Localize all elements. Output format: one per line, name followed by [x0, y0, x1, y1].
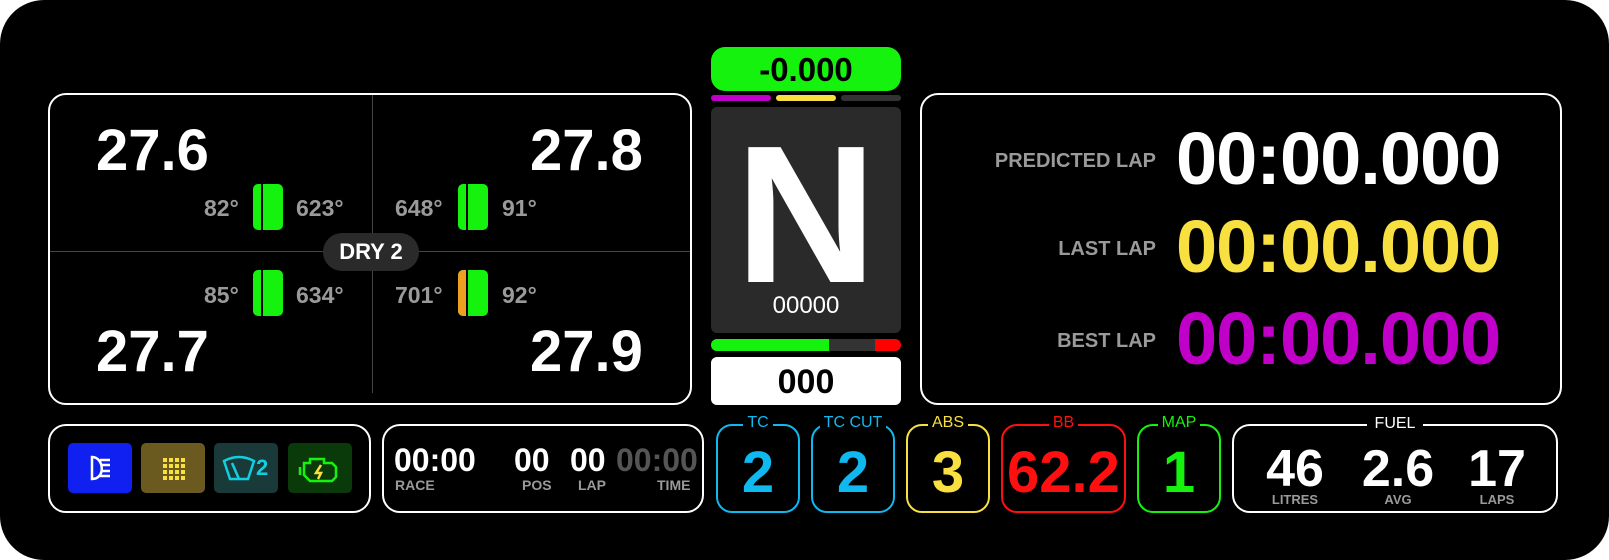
fuel-avg-value: 2.6 [1361, 440, 1435, 498]
tyre-compound-label: DRY 2 [339, 239, 403, 264]
predicted-lap-label: PREDICTED LAP [994, 150, 1156, 172]
rpm-bar [711, 339, 901, 351]
session-time: 00:00 [616, 442, 698, 478]
last-lap-label: LAST LAP [1058, 238, 1156, 260]
rear-right-inner-temp: 92° [502, 282, 537, 308]
session-time-label: TIME [657, 477, 691, 493]
rear-left-inner-temp: 85° [204, 282, 239, 308]
tc-label: TC [743, 414, 773, 431]
speed-value: 000 [777, 363, 835, 401]
race-time: 00:00 [394, 442, 476, 478]
front-left-inner-temp: 82° [204, 195, 239, 221]
rpm-bar-redline [875, 339, 901, 351]
tc-cut-label: TC CUT [819, 414, 887, 431]
position-label: POS [522, 477, 552, 493]
predicted-lap-time: 00:00.000 [1176, 117, 1501, 200]
tc-value: 2 [741, 440, 775, 505]
lap-label: LAP [578, 477, 606, 493]
tyre-compound-badge: DRY 2 [323, 233, 419, 271]
race-label: RACE [395, 477, 435, 493]
map-label: MAP [1157, 414, 1201, 431]
map-setting[interactable]: MAP 1 [1137, 414, 1221, 513]
fuel-laps-value: 17 [1468, 440, 1526, 498]
sector-bar-2 [776, 95, 836, 101]
fuel-laps-label: LAPS [1479, 492, 1515, 507]
sector-bar-3 [841, 95, 901, 101]
brake-bias-label: BB [1048, 414, 1079, 431]
engine-indicator[interactable] [288, 443, 352, 493]
front-right-pressure: 27.8 [530, 118, 643, 183]
tc-cut-setting[interactable]: TC CUT 2 [811, 414, 895, 513]
rain-light-indicator[interactable] [141, 443, 205, 493]
delta-display: -0.000 [711, 47, 901, 91]
front-right-tyre-icon [458, 184, 488, 230]
best-lap-time: 00:00.000 [1176, 297, 1501, 380]
front-left-tyre-icon [253, 184, 283, 230]
abs-label: ABS [927, 414, 968, 431]
last-lap-time: 00:00.000 [1176, 205, 1501, 288]
rear-right-brake-temp: 701° [395, 282, 443, 308]
rpm-bar-fill [711, 339, 829, 351]
gear-indicator: N [735, 105, 877, 324]
front-left-brake-temp: 623° [296, 195, 344, 221]
map-value: 1 [1162, 440, 1196, 505]
wiper-icon [222, 455, 256, 481]
fuel-litres-label: LITRES [1271, 492, 1319, 507]
lap-value: 00 [570, 442, 606, 478]
rear-right-brake-indicator [458, 270, 466, 316]
best-lap-label: BEST LAP [1057, 330, 1156, 352]
delta-value: -0.000 [759, 51, 853, 88]
headlight-indicator[interactable] [68, 443, 132, 493]
fuel-avg-label: AVG [1384, 492, 1412, 507]
fuel-litres-value: 46 [1266, 440, 1324, 498]
position-value: 00 [514, 442, 550, 478]
rear-right-pressure: 27.9 [530, 319, 643, 384]
rain-light-icon [163, 458, 185, 480]
rear-left-pressure: 27.7 [96, 319, 209, 384]
abs-setting[interactable]: ABS 3 [906, 414, 990, 513]
sector-bar-1 [711, 95, 771, 101]
rear-left-brake-temp: 634° [296, 282, 344, 308]
tc-cut-value: 2 [836, 440, 870, 505]
speed-display: 000 [711, 357, 901, 405]
fuel-title: FUEL [1366, 415, 1424, 432]
front-right-inner-temp: 91° [502, 195, 537, 221]
rear-left-tyre-icon [253, 270, 283, 316]
rpm-readout: 00000 [772, 292, 840, 319]
brake-bias-setting[interactable]: BB 62.2 [1001, 414, 1126, 513]
rear-right-tyre-icon [458, 270, 488, 316]
wiper-indicator[interactable]: 2 [214, 443, 278, 493]
headlight-icon [90, 455, 110, 481]
engine-icon [298, 457, 338, 483]
abs-value: 3 [931, 440, 965, 505]
front-right-brake-temp: 648° [395, 195, 443, 221]
front-left-pressure: 27.6 [96, 118, 209, 183]
gear-panel: N 00000 [711, 107, 901, 333]
tc-setting[interactable]: TC 2 [716, 414, 800, 513]
wiper-speed: 2 [256, 455, 269, 480]
dashboard: 27.6 82° 623° 27.8 648° 91° DRY 2 85° 63… [0, 0, 1609, 560]
brake-bias-value: 62.2 [1007, 440, 1120, 505]
